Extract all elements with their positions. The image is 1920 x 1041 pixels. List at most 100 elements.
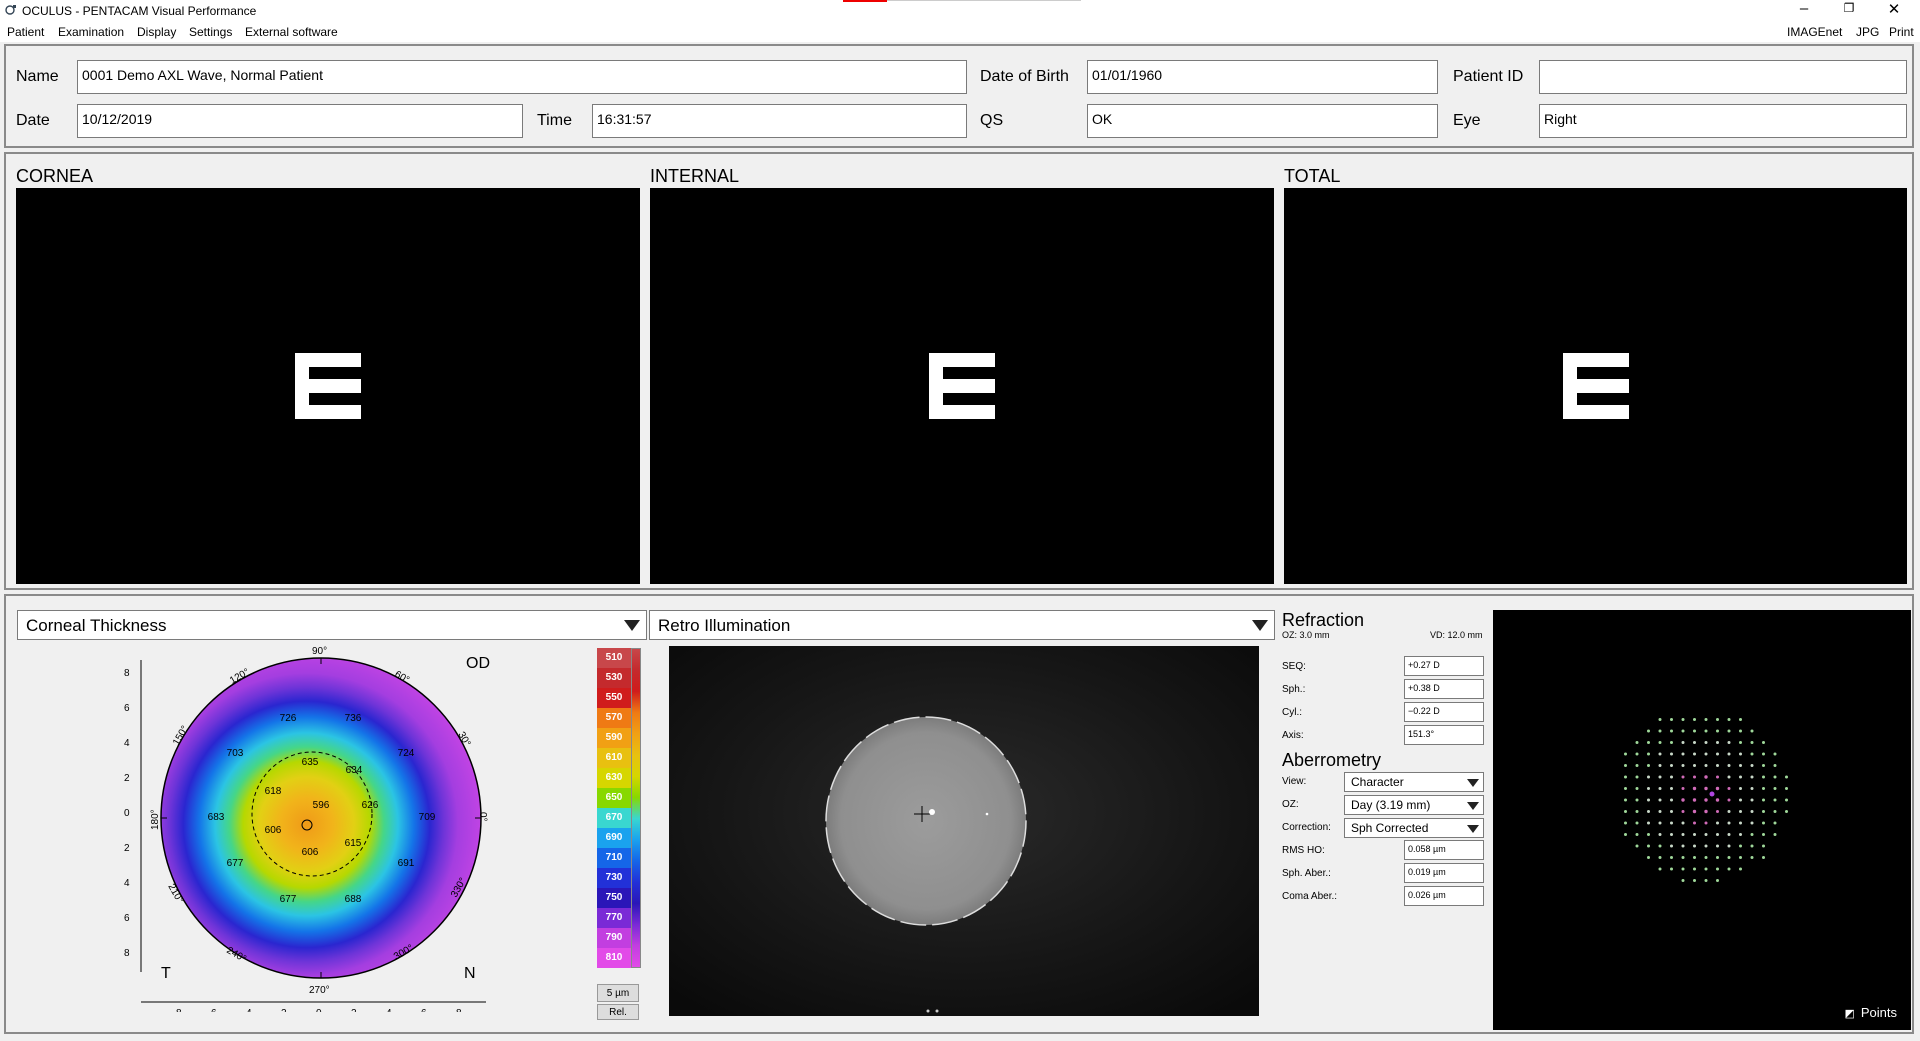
spot xyxy=(1762,798,1765,802)
name-field[interactable]: 0001 Demo AXL Wave, Normal Patient xyxy=(77,60,967,94)
map-type-select[interactable]: Corneal Thickness xyxy=(17,610,647,640)
points-button[interactable]: ◩ Points xyxy=(1844,1005,1897,1020)
analysis-panel: Corneal Thickness 8 6 4 2 0 2 4 6 8 90° … xyxy=(4,594,1914,1034)
print-button[interactable]: Print xyxy=(1889,25,1914,39)
title-bar: OCULUS - PENTACAM Visual Performance – ❐… xyxy=(0,0,1920,20)
oz-select[interactable]: Day (3.19 mm) xyxy=(1344,795,1484,815)
scale-cell: 670 xyxy=(597,808,631,828)
spot xyxy=(1681,879,1685,882)
jpg-button[interactable]: JPG xyxy=(1856,25,1879,39)
close-icon[interactable]: ✕ xyxy=(1879,0,1909,18)
scale-cell: 730 xyxy=(597,868,631,888)
y-tick: 4 xyxy=(124,738,130,749)
name-label: Name xyxy=(16,68,59,85)
spot xyxy=(1658,833,1662,836)
spot xyxy=(1727,718,1731,721)
spot xyxy=(1635,844,1639,848)
minimize-icon[interactable]: – xyxy=(1789,0,1819,17)
spot xyxy=(1635,752,1639,756)
menu-external-software[interactable]: External software xyxy=(245,25,338,39)
spot xyxy=(1635,787,1639,790)
spot xyxy=(1693,764,1696,767)
points-label: Points xyxy=(1860,1005,1897,1020)
spot xyxy=(1658,775,1662,779)
image-type-select[interactable]: Retro Illumination xyxy=(649,610,1275,640)
window-title: OCULUS - PENTACAM Visual Performance xyxy=(22,4,257,18)
scale-cell: 690 xyxy=(597,828,631,848)
spot xyxy=(1716,810,1719,813)
spot xyxy=(1750,821,1754,825)
scale-cell: 710 xyxy=(597,848,631,868)
view-select[interactable]: Character xyxy=(1344,772,1484,792)
spot xyxy=(1716,729,1719,733)
chevron-down-icon xyxy=(1252,620,1268,631)
thickness-value: 736 xyxy=(345,713,362,724)
aberrometry-title: Aberrometry xyxy=(1282,750,1382,770)
y-tick: 8 xyxy=(124,668,130,679)
spot xyxy=(1739,810,1742,813)
time-label: Time xyxy=(537,112,572,129)
qs-field[interactable]: OK xyxy=(1087,104,1438,138)
spot xyxy=(1716,856,1719,859)
angle-label: 0° xyxy=(477,812,488,822)
menu-settings[interactable]: Settings xyxy=(189,25,232,39)
spot xyxy=(1670,718,1673,721)
spot xyxy=(1715,786,1720,791)
restore-icon[interactable]: ❐ xyxy=(1834,1,1864,15)
scale-cell: 510 xyxy=(597,648,631,668)
spot xyxy=(1727,821,1731,825)
menu-examination[interactable]: Examination xyxy=(58,25,124,39)
spot xyxy=(1704,867,1708,871)
eye-field[interactable]: Right xyxy=(1539,104,1907,138)
spot xyxy=(1681,798,1685,802)
y-tick: 0 xyxy=(124,808,130,819)
spot xyxy=(1704,764,1708,767)
spot xyxy=(1647,844,1650,848)
spot xyxy=(1693,775,1696,779)
spot xyxy=(1739,741,1742,744)
spot xyxy=(1693,729,1696,733)
sph-value: +0.38 D xyxy=(1404,679,1484,699)
spot xyxy=(1704,879,1708,882)
spot xyxy=(1658,810,1662,813)
refraction-vd: VD: 12.0 mm xyxy=(1430,630,1483,640)
spot xyxy=(1670,775,1673,779)
y-tick: 4 xyxy=(124,878,130,889)
spot xyxy=(1647,741,1650,744)
spot xyxy=(1681,775,1685,779)
spot xyxy=(1762,821,1765,825)
spot xyxy=(1739,867,1742,871)
spot xyxy=(1727,798,1731,802)
thickness-value: 703 xyxy=(227,748,244,759)
spot xyxy=(1704,786,1708,791)
thickness-value: 724 xyxy=(398,748,415,759)
menu-patient[interactable]: Patient xyxy=(7,25,44,39)
y-axis-ticks: 8 6 4 2 0 2 4 6 8 xyxy=(124,668,130,959)
patient-id-field[interactable] xyxy=(1539,60,1907,94)
time-field[interactable]: 16:31:57 xyxy=(592,104,967,138)
correction-select[interactable]: Sph Corrected xyxy=(1344,818,1484,838)
scale-relative-button[interactable]: Rel. xyxy=(597,1004,639,1020)
spot xyxy=(1704,821,1708,825)
spot xyxy=(1739,752,1742,756)
scale-step-button[interactable]: 5 µm xyxy=(597,984,639,1002)
thickness-value: 626 xyxy=(362,800,379,811)
menu-display[interactable]: Display xyxy=(137,25,176,39)
spot xyxy=(1681,844,1685,848)
imagenet-button[interactable]: IMAGEnet xyxy=(1787,25,1842,39)
thickness-value: 596 xyxy=(313,800,330,811)
chevron-down-icon xyxy=(1467,825,1479,833)
sph-label: Sph.: xyxy=(1282,684,1306,695)
spot xyxy=(1727,752,1731,756)
spot xyxy=(1658,821,1662,825)
scale-cell: 810 xyxy=(597,948,631,968)
coma-aber-value: 0.026 µm xyxy=(1404,886,1484,906)
thickness-value: 709 xyxy=(419,812,436,823)
date-field[interactable]: 10/12/2019 xyxy=(77,104,523,138)
pupil xyxy=(825,716,1027,926)
cornea-label: CORNEA xyxy=(16,166,94,186)
thickness-value: 691 xyxy=(398,858,415,869)
dob-field[interactable]: 01/01/1960 xyxy=(1087,60,1438,94)
menu-bar: Patient Examination Display Settings Ext… xyxy=(0,20,1920,42)
spot xyxy=(1681,764,1685,767)
